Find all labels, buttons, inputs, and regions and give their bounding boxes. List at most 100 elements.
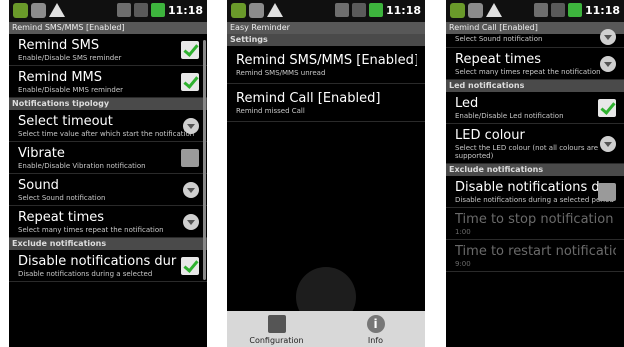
- checkbox-checked[interactable]: [181, 256, 199, 275]
- checkbox-checked[interactable]: [598, 98, 616, 117]
- pref-summary: Enable/Disable SMS reminder: [18, 54, 122, 62]
- checkbox-unchecked[interactable]: [598, 182, 616, 201]
- signal-icon: [550, 3, 565, 17]
- pref-summary: Select time value after which start the …: [18, 130, 195, 138]
- pref-title: Remind SMS: [18, 38, 100, 53]
- warning-icon: [49, 3, 65, 17]
- pref-title: Remind MMS: [18, 70, 103, 85]
- pref-title: Time to restart notification: [455, 244, 616, 259]
- pref-title: Time to stop notification: [455, 212, 614, 227]
- tab-label: Info: [367, 336, 384, 345]
- tab-info[interactable]: i Info: [326, 311, 425, 347]
- pref-time-to-restart[interactable]: Time to restart notification 9:00: [446, 240, 624, 272]
- category-led-notifications: Led notifications: [446, 80, 624, 92]
- menu-title: Remind SMS/MMS [Enabled]: [236, 53, 417, 68]
- warning-icon: [267, 3, 283, 17]
- pref-repeat-times[interactable]: Repeat times Select many times repeat th…: [446, 48, 624, 80]
- pref-vibrate[interactable]: Vibrate Enable/Disable Vibration notific…: [9, 142, 207, 174]
- dropdown-arrow-icon: [600, 135, 616, 152]
- pref-repeat-times[interactable]: Repeat times Select many times repeat th…: [9, 206, 207, 238]
- pref-title: Disable notifications dur: [18, 254, 177, 269]
- phone-screen-call-settings: 11:18 Remind Call [Enabled] Select Sound…: [446, 0, 624, 347]
- phone-screen-main: 11:18 Easy Reminder Settings Remind SMS/…: [227, 0, 425, 347]
- category-exclude-notifications: Exclude notifications: [446, 164, 624, 176]
- battery-icon: [368, 3, 383, 17]
- checkbox-checked[interactable]: [181, 40, 199, 59]
- pref-led-colour[interactable]: LED colour Select the LED colour (not al…: [446, 124, 624, 164]
- usb-icon: [249, 3, 264, 18]
- pref-title: Repeat times: [18, 210, 105, 225]
- checkbox-checked[interactable]: [181, 72, 199, 91]
- sync-icon: [334, 3, 349, 17]
- menu-title: Remind Call [Enabled]: [236, 91, 381, 106]
- info-icon: i: [366, 315, 385, 333]
- window-title: Remind SMS/MMS [Enabled]: [9, 22, 207, 34]
- pref-summary: Disable notifications during a selected …: [455, 196, 614, 204]
- clock: 11:18: [584, 3, 620, 17]
- pref-select-timeout[interactable]: Select timeout Select time value after w…: [9, 110, 207, 142]
- pref-title: Select timeout: [18, 114, 113, 129]
- scrollbar[interactable]: [203, 40, 206, 280]
- menu-summary: Remind SMS/MMS unread: [236, 69, 326, 77]
- usb-icon: [31, 3, 46, 18]
- menu-remind-call[interactable]: Remind Call [Enabled] Remind missed Call: [227, 84, 425, 122]
- pref-sound[interactable]: Sound Select Sound notification: [9, 174, 207, 206]
- category-exclude-notifications: Exclude notifications: [9, 238, 207, 250]
- pref-summary: Select Sound notification: [18, 194, 106, 202]
- sync-icon: [533, 3, 548, 17]
- category-settings: Settings: [227, 34, 425, 46]
- checkbox-unchecked[interactable]: [181, 148, 199, 167]
- pref-summary: Enable/Disable Led notification: [455, 112, 564, 120]
- menu-summary: Remind missed Call: [236, 107, 305, 115]
- pref-title: Vibrate: [18, 146, 65, 161]
- pref-summary: Select Sound notification: [455, 35, 543, 43]
- pref-remind-sms[interactable]: Remind SMS Enable/Disable SMS reminder: [9, 34, 207, 66]
- pref-summary: Select many times repeat the notificatio…: [18, 226, 164, 234]
- pref-sound-partial[interactable]: Select Sound notification: [446, 28, 624, 48]
- dropdown-arrow-icon: [600, 55, 616, 72]
- dropdown-arrow-icon: [600, 28, 616, 45]
- pref-summary: Enable/Disable Vibration notification: [18, 162, 146, 170]
- pref-title: Disable notifications dur: [455, 180, 614, 195]
- category-notifications-tipology: Notifications tipology: [9, 98, 207, 110]
- tab-configuration[interactable]: Configuration: [227, 311, 326, 347]
- pref-remind-mms[interactable]: Remind MMS Enable/Disable MMS reminder: [9, 66, 207, 98]
- pref-disable-notifications[interactable]: Disable notifications dur Disable notifi…: [9, 250, 207, 282]
- phone-screen-sms-settings: 11:18 Remind SMS/MMS [Enabled] Remind SM…: [9, 0, 207, 347]
- pref-title: Repeat times: [455, 52, 542, 67]
- pref-summary: Enable/Disable MMS reminder: [18, 86, 123, 94]
- dropdown-arrow-icon: [183, 181, 199, 198]
- pref-title: LED colour: [455, 128, 525, 143]
- warning-icon: [486, 3, 502, 17]
- window-title: Remind Call [Enabled]: [446, 22, 624, 34]
- signal-icon: [133, 3, 148, 17]
- pref-summary: Select many times repeat the notificatio…: [455, 68, 601, 76]
- tools-icon: [267, 315, 286, 333]
- battery-icon: [567, 3, 582, 17]
- android-icon: [231, 3, 246, 18]
- pref-led[interactable]: Led Enable/Disable Led notification: [446, 92, 624, 124]
- window-title: Easy Reminder: [227, 22, 425, 34]
- clock: 11:18: [385, 3, 421, 17]
- pref-time-to-stop[interactable]: Time to stop notification 1:00: [446, 208, 624, 240]
- pref-title: Sound: [18, 178, 59, 193]
- pref-disable-notifications[interactable]: Disable notifications dur Disable notifi…: [446, 176, 624, 208]
- android-icon: [450, 3, 465, 18]
- pref-summary: Select the LED colour (not all colours a…: [455, 144, 599, 160]
- clock: 11:18: [167, 3, 203, 17]
- dropdown-arrow-icon: [183, 213, 199, 230]
- menu-remind-sms-mms[interactable]: Remind SMS/MMS [Enabled] Remind SMS/MMS …: [227, 46, 425, 84]
- status-bar: 11:18: [227, 0, 425, 22]
- dropdown-arrow-icon: [183, 117, 199, 134]
- android-icon: [13, 3, 28, 18]
- bottom-tab-bar: Configuration i Info: [227, 311, 425, 347]
- pref-summary: 1:00: [455, 228, 471, 236]
- pref-summary: Disable notifications during a selected: [18, 270, 153, 278]
- pref-summary: 9:00: [455, 260, 471, 268]
- status-bar: 11:18: [9, 0, 207, 22]
- tab-label: Configuration: [249, 336, 304, 345]
- battery-icon: [150, 3, 165, 17]
- sync-icon: [116, 3, 131, 17]
- signal-icon: [351, 3, 366, 17]
- pref-title: Led: [455, 96, 479, 111]
